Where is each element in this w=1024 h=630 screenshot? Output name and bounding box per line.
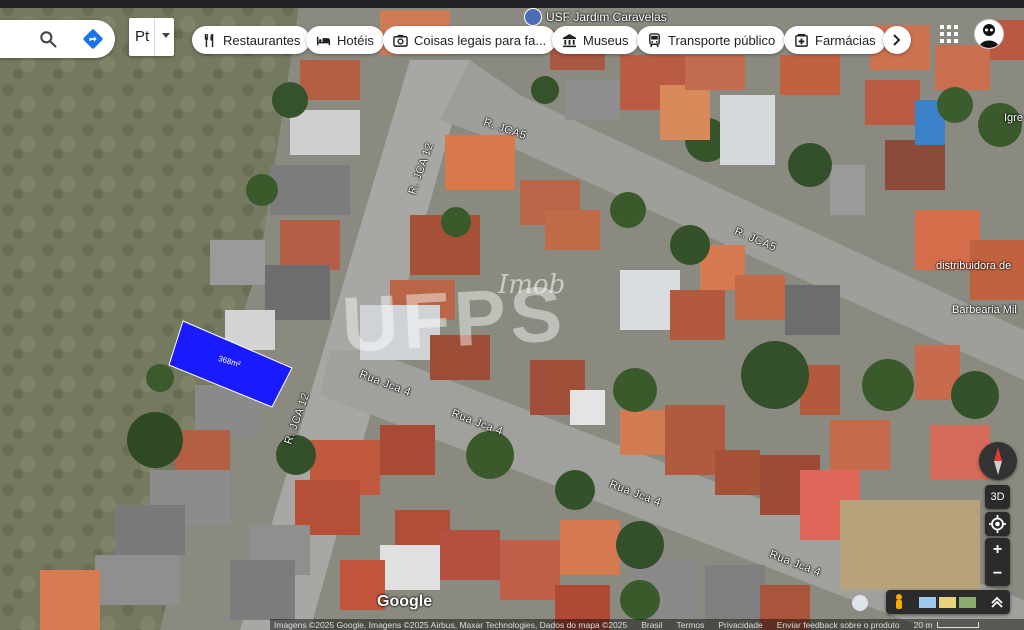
footer-link-privacy[interactable]: Privacidade [718,620,762,630]
compass-icon [994,447,1002,475]
museum-icon [562,33,577,47]
poi-label: USF Jardim Caravelas [546,10,667,24]
chip-farmacias[interactable]: Farmácias [784,26,886,54]
directions-icon[interactable] [82,28,104,50]
chip-transporte-publico[interactable]: Transporte público [637,26,786,54]
poi-usf-jardim-caravelas[interactable]: USF Jardim Caravelas [524,8,667,26]
scale-label: 20 m [913,619,933,630]
bed-icon [316,36,331,45]
footer-link-country[interactable]: Brasil [641,620,662,630]
scale-bar [936,621,979,628]
camera-icon [393,34,408,47]
expand-up-icon [991,596,1003,608]
pegman-icon [896,594,902,609]
place-label[interactable]: Barbearia Mil [952,304,1017,316]
layers-bar-icons [896,594,1003,609]
chevron-right-icon [893,34,901,46]
compass-button[interactable] [979,442,1017,480]
map-footer: Imagens ©2025 Google, Imagens ©2025 Airb… [270,619,1024,630]
view-3d-button[interactable]: 3D [985,485,1010,509]
search-box[interactable] [0,20,115,58]
map-thumb-1 [919,597,936,608]
zoom-controls: + − [985,538,1010,586]
layers-bar[interactable] [886,590,1010,614]
train-icon [649,32,660,47]
map-thumb-3 [959,597,976,608]
footer-link-terms[interactable]: Termos [676,620,704,630]
chip-coisas-legais[interactable]: Coisas legais para fa... [383,26,557,54]
zoom-in-button[interactable]: + [985,538,1010,562]
window-top-bar [0,0,1024,8]
language-select[interactable]: Pt [129,18,174,56]
my-location-button[interactable] [985,512,1010,536]
chip-label: Farmácias [815,32,876,48]
place-label[interactable]: distribuidora de [936,260,1011,272]
footer-link-feedback[interactable]: Enviar feedback sobre o produto [777,620,900,630]
chip-restaurantes[interactable]: Restaurantes [192,26,311,54]
attribution-text: Imagens ©2025 Google, Imagens ©2025 Airb… [274,619,628,630]
chips-next-button[interactable] [883,26,911,54]
chip-museus[interactable]: Museus [552,26,639,54]
scale-indicator[interactable]: 20 m [914,620,979,630]
divider [154,18,155,56]
bus-stop-icon[interactable] [852,595,868,611]
chip-label: Museus [583,32,629,48]
agency-watermark-sub: Imob [498,270,566,300]
location-target-icon [989,515,1006,533]
chip-label: Coisas legais para fa... [414,32,547,48]
pharmacy-icon [795,33,808,47]
avatar-image [975,20,1003,48]
zoom-out-button[interactable]: − [985,562,1010,586]
clinic-pin-icon [524,8,542,26]
fork-knife-icon [204,33,214,47]
map-thumb-2 [939,597,956,608]
google-logo: Google [377,593,433,610]
chip-hoteis[interactable]: Hotéis [306,26,384,54]
chip-label: Hotéis [337,32,374,48]
place-label[interactable]: Igre [1004,112,1023,124]
avatar[interactable] [974,19,1004,49]
search-icon[interactable] [38,29,58,49]
chevron-down-icon [162,33,170,38]
apps-grid-icon[interactable] [940,25,958,43]
chip-label: Restaurantes [223,32,301,48]
language-label: Pt [135,28,150,45]
chip-label: Transporte público [668,32,776,48]
